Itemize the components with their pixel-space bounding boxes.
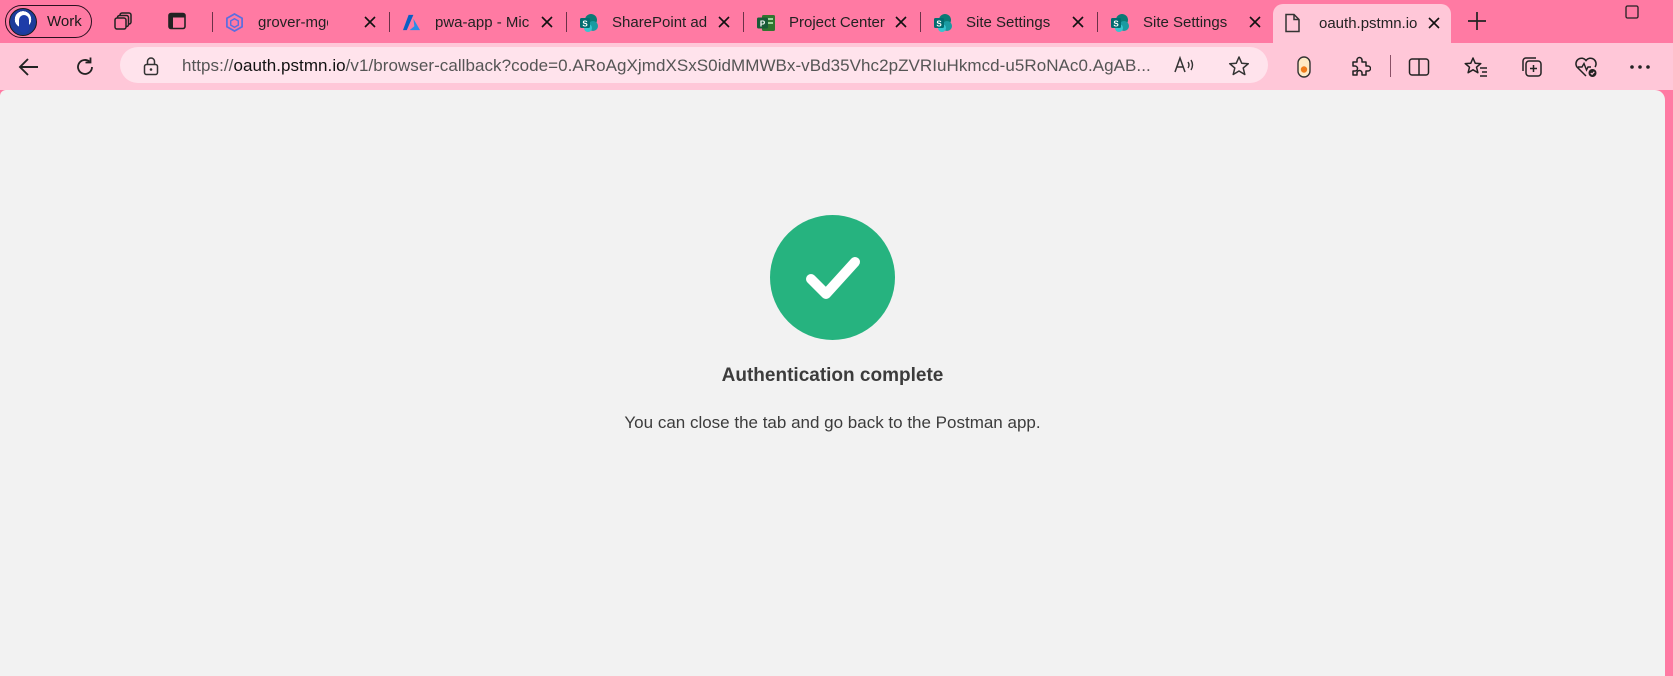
extensions-button[interactable]: [1346, 53, 1374, 81]
tab-strip: Work grover-mgdc - pwa-app - Mic S Shar: [0, 0, 1673, 43]
address-bar[interactable]: https://oauth.pstmn.io/v1/browser-callba…: [120, 47, 1268, 83]
project-icon: P: [756, 13, 775, 32]
tab-separator: [743, 12, 744, 32]
tab-grover-mgdc[interactable]: grover-mgdc -: [215, 4, 385, 40]
close-icon[interactable]: [1246, 13, 1264, 31]
svg-text:P: P: [760, 19, 766, 28]
tab-site-settings[interactable]: S Site Settings: [1100, 4, 1270, 40]
heart-pulse-icon: [1575, 57, 1597, 77]
page-icon: [1283, 13, 1302, 33]
favorites-button[interactable]: [1462, 53, 1490, 81]
url-path: /v1/browser-callback?code=0.ARoAgXjmdXSx…: [345, 56, 1151, 75]
sharepoint-icon: S: [579, 13, 598, 32]
profile-button[interactable]: Work: [5, 5, 92, 38]
refresh-icon: [77, 57, 93, 75]
sharepoint-icon: S: [1110, 13, 1129, 32]
close-icon[interactable]: [892, 13, 910, 31]
split-screen-icon: [1408, 58, 1430, 76]
tab-title: oauth.pstmn.io: [1319, 15, 1417, 32]
tab-title: Project Center: [789, 14, 885, 31]
read-aloud-icon[interactable]: [1174, 55, 1196, 75]
collections-button[interactable]: [1518, 53, 1546, 81]
svg-text:S: S: [936, 20, 942, 29]
tab-separator: [389, 12, 390, 32]
page-content: Authentication complete You can close th…: [0, 90, 1665, 676]
tab-title: pwa-app - Mic: [435, 14, 530, 31]
tab-sharepoint-admin[interactable]: S SharePoint adr: [569, 4, 739, 40]
avatar: [9, 7, 37, 36]
favorite-star-icon[interactable]: [1228, 55, 1250, 77]
tab-project-center[interactable]: P Project Center: [746, 4, 916, 40]
tab-site-settings[interactable]: S Site Settings: [923, 4, 1093, 40]
toolbar-divider: [1390, 55, 1391, 77]
close-icon[interactable]: [715, 13, 733, 31]
maximize-icon[interactable]: [1625, 5, 1641, 21]
url-scheme: https://: [182, 56, 234, 75]
sharepoint-icon: S: [933, 13, 952, 32]
browser-toolbar: https://oauth.pstmn.io/v1/browser-callba…: [0, 43, 1673, 90]
collections-icon: [1522, 57, 1542, 77]
browser-essentials-button[interactable]: [1572, 53, 1600, 81]
split-screen-button[interactable]: [1405, 53, 1433, 81]
svg-text:S: S: [1113, 20, 1119, 29]
profile-label: Work: [47, 13, 82, 30]
back-button[interactable]: [15, 53, 43, 81]
close-icon[interactable]: [1425, 14, 1443, 32]
close-icon[interactable]: [1069, 13, 1087, 31]
workspaces-icon[interactable]: [113, 10, 135, 32]
tab-title: grover-mgdc -: [258, 14, 328, 31]
page-message: You can close the tab and go back to the…: [624, 413, 1041, 432]
tab-actions-icon[interactable]: [166, 10, 188, 32]
tab-separator: [920, 12, 921, 32]
puzzle-icon: [1352, 56, 1371, 76]
more-options-icon: [1630, 65, 1650, 69]
tab-separator: [1097, 12, 1098, 32]
svg-text:S: S: [582, 20, 588, 29]
success-check-icon: [770, 215, 895, 340]
tab-title: SharePoint adr: [612, 14, 708, 31]
new-tab-button[interactable]: [1464, 8, 1490, 34]
tab-separator: [212, 12, 213, 32]
azure-icon: [402, 13, 421, 32]
tab-title: Site Settings: [1143, 14, 1228, 31]
tab-title: Site Settings: [966, 14, 1051, 31]
url-host: oauth.pstmn.io: [233, 56, 346, 75]
tab-pwa-app[interactable]: pwa-app - Mic: [392, 4, 562, 40]
lock-icon[interactable]: [142, 56, 160, 76]
favorites-icon: [1464, 57, 1487, 77]
tab-oauth-pstmn[interactable]: oauth.pstmn.io: [1273, 4, 1451, 43]
back-arrow-icon: [18, 58, 38, 76]
tab-separator: [566, 12, 567, 32]
close-icon[interactable]: [538, 13, 556, 31]
extension-badge-icon: [1297, 56, 1311, 78]
settings-menu-button[interactable]: [1626, 53, 1654, 81]
url-text[interactable]: https://oauth.pstmn.io/v1/browser-callba…: [182, 56, 1167, 76]
extension-button[interactable]: [1290, 53, 1318, 81]
close-icon[interactable]: [361, 13, 379, 31]
refresh-button[interactable]: [71, 53, 99, 81]
page-heading: Authentication complete: [721, 365, 944, 386]
cube-icon: [225, 12, 244, 33]
